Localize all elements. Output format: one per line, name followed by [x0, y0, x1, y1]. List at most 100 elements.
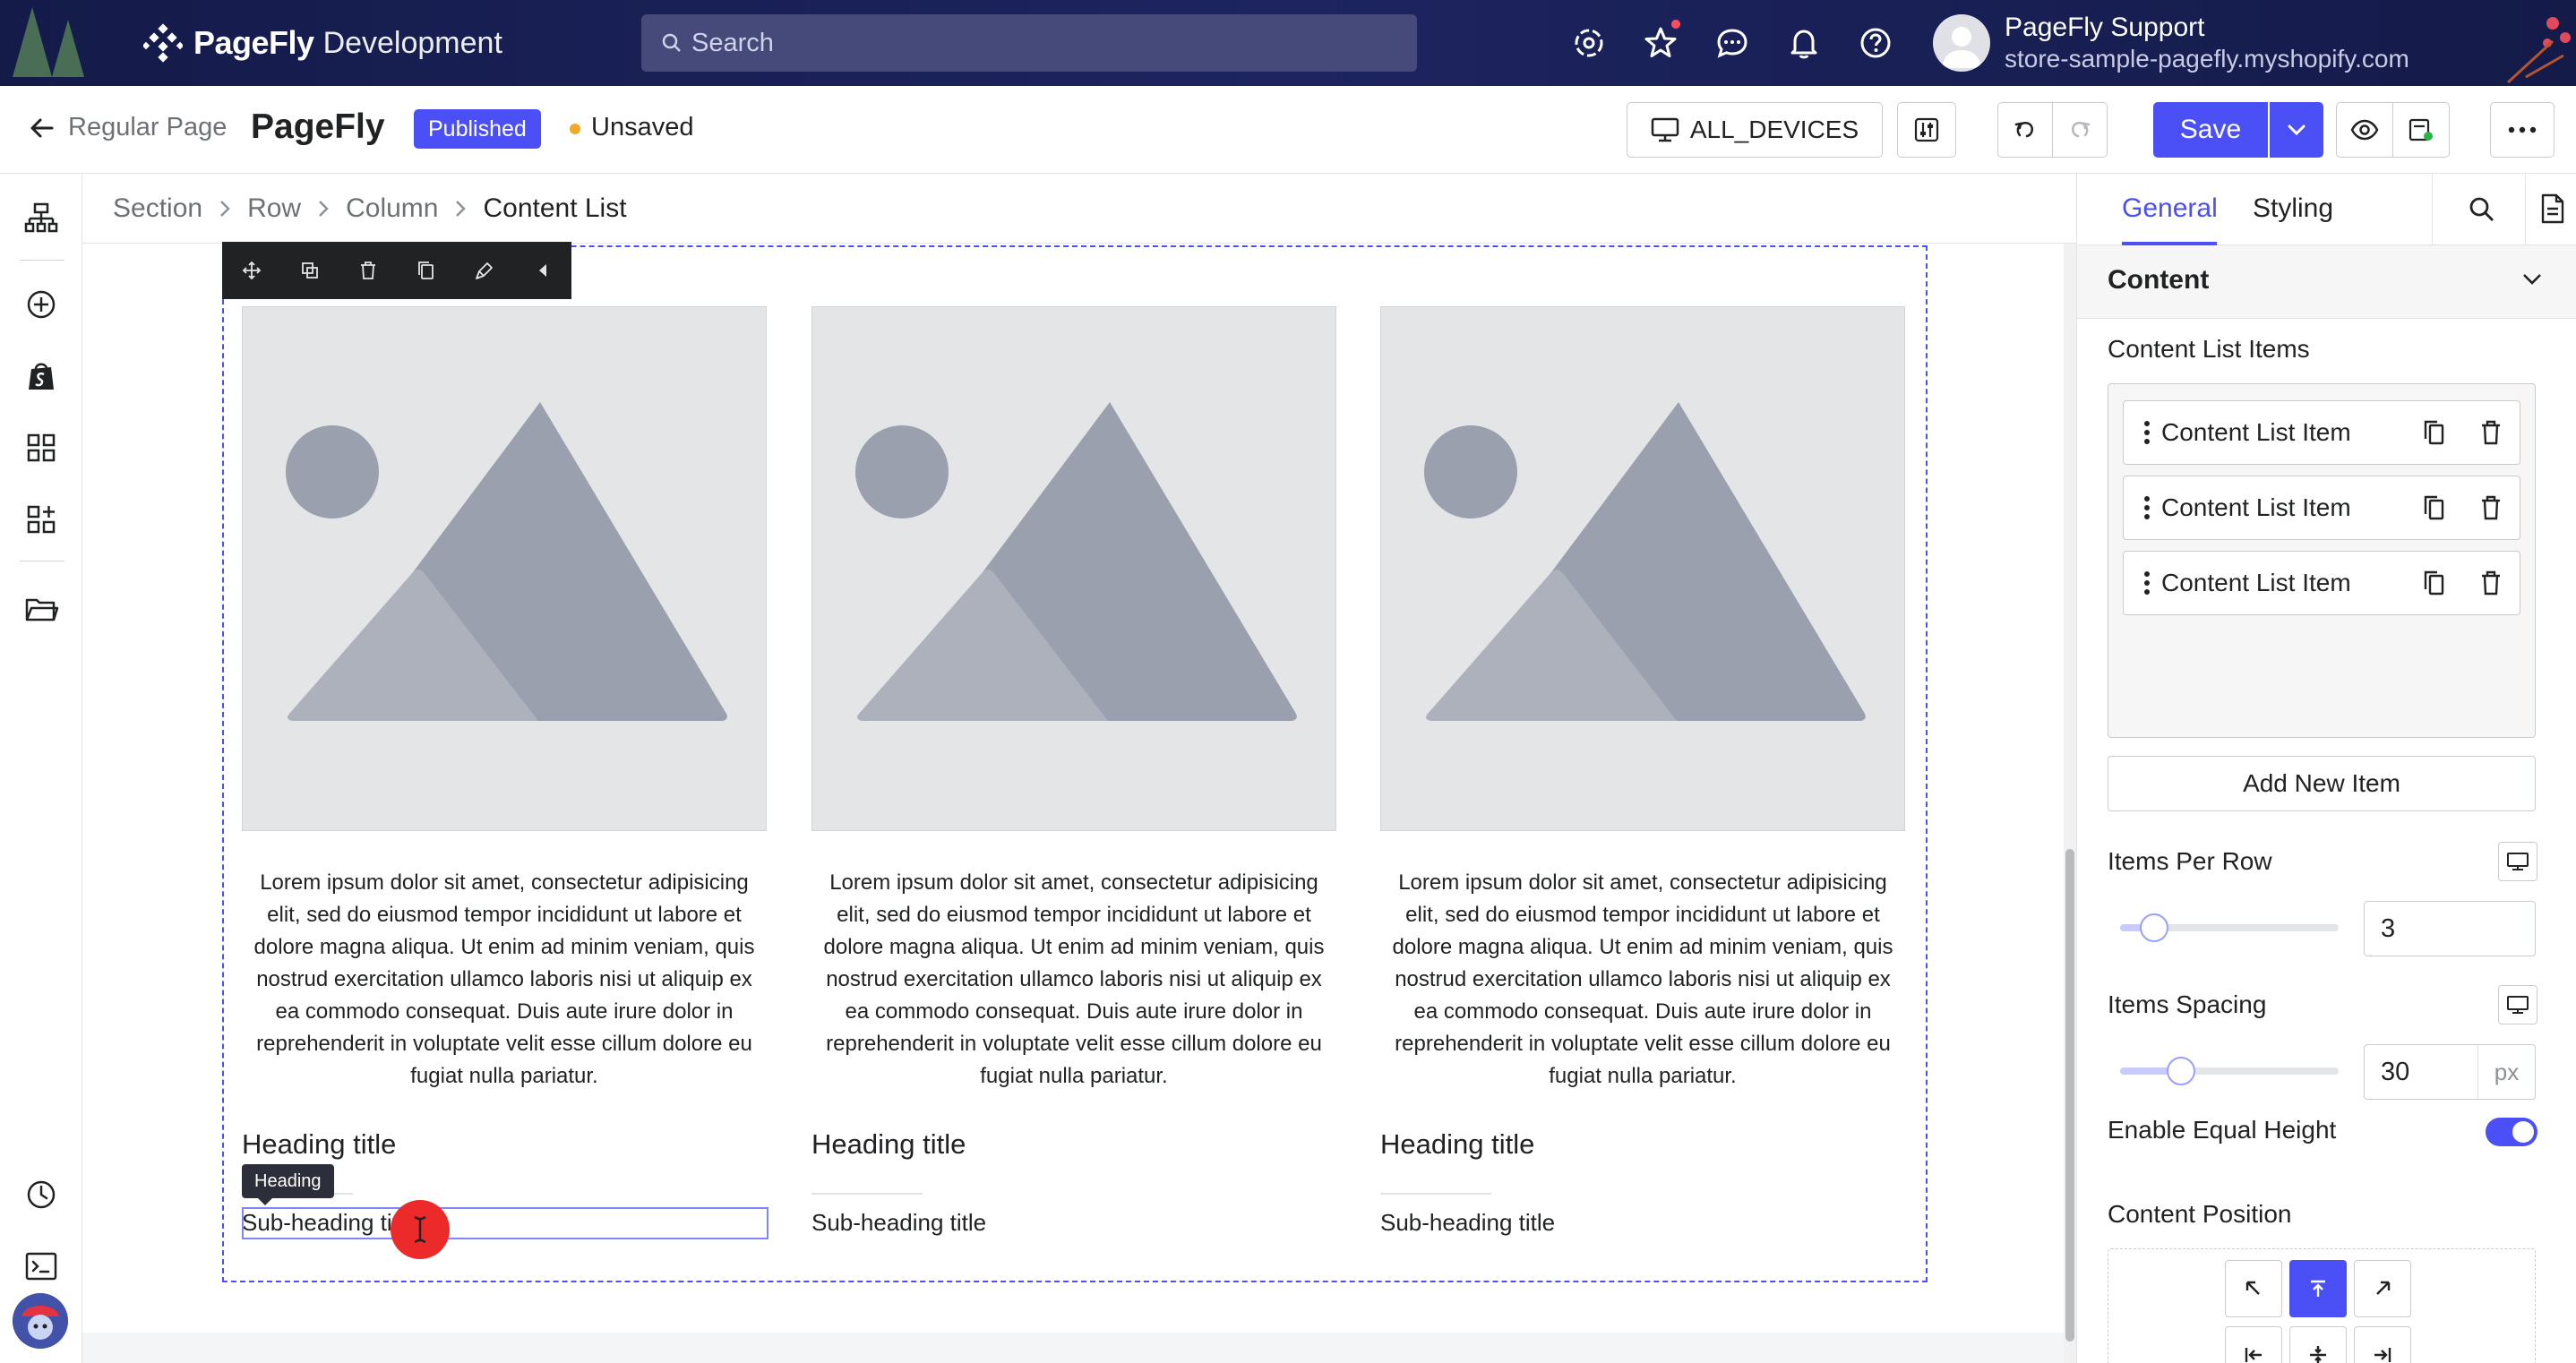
list-item-label[interactable]: Content List Item [2161, 418, 2405, 447]
save-options-button[interactable] [2270, 102, 2323, 158]
position-middle-right-button[interactable] [2354, 1326, 2411, 1363]
collapse-toolbar-button[interactable] [513, 242, 571, 299]
item-heading[interactable]: Heading title [811, 1128, 966, 1161]
canvas-scrollbar-thumb[interactable] [2065, 849, 2074, 1342]
position-top-center-button[interactable] [2289, 1260, 2347, 1317]
copy-button[interactable] [397, 242, 455, 299]
brand-logo[interactable]: PageFly Development [143, 20, 502, 66]
shopify-icon[interactable] [23, 358, 59, 394]
items-spacing-input[interactable]: 30 px [2364, 1044, 2536, 1100]
redo-button[interactable] [2052, 102, 2108, 158]
list-item[interactable]: Content List Item [2123, 400, 2520, 465]
user-avatar[interactable] [1933, 14, 1990, 72]
user-name[interactable]: PageFly Support [2005, 13, 2204, 43]
content-section-header[interactable]: Content [2077, 245, 2576, 319]
position-top-right-button[interactable] [2354, 1260, 2411, 1317]
item-description[interactable]: Lorem ipsum dolor sit amet, consectetur … [1380, 867, 1905, 1093]
preview-button[interactable] [2336, 102, 2393, 158]
chat-icon[interactable] [1714, 25, 1750, 61]
help-avatar[interactable] [13, 1293, 68, 1349]
devices-button[interactable]: ALL_DEVICES [1627, 102, 1883, 158]
add-element-icon[interactable] [23, 287, 59, 322]
items-per-row-slider[interactable] [2120, 913, 2339, 942]
item-description[interactable]: Lorem ipsum dolor sit amet, consectetur … [242, 867, 767, 1093]
breadcrumb-row[interactable]: Row [247, 193, 301, 224]
undo-button[interactable] [1997, 102, 2053, 158]
page-type[interactable]: Regular Page [68, 113, 227, 142]
drag-handle-icon[interactable] [2143, 570, 2151, 596]
slider-handle[interactable] [2140, 913, 2168, 942]
apps-icon[interactable] [23, 501, 59, 537]
responsive-toggle-button[interactable] [2498, 985, 2537, 1024]
content-list-item[interactable]: Lorem ipsum dolor sit amet, consectetur … [811, 306, 1336, 1236]
image-placeholder[interactable] [1380, 306, 1905, 831]
delete-button[interactable] [339, 242, 397, 299]
content-list-item[interactable]: Lorem ipsum dolor sit amet, consectetur … [242, 306, 767, 1236]
document-icon[interactable] [2539, 193, 2566, 224]
equal-height-toggle[interactable] [2486, 1118, 2537, 1146]
position-middle-left-button[interactable] [2225, 1326, 2282, 1363]
list-item-label[interactable]: Content List Item [2161, 493, 2405, 522]
search-input[interactable]: Search [641, 14, 1417, 72]
position-top-left-button[interactable] [2225, 1260, 2282, 1317]
heading-divider [811, 1193, 923, 1195]
image-placeholder[interactable] [242, 306, 767, 831]
items-per-row-input[interactable]: 3 [2364, 901, 2536, 956]
responsive-toggle-button[interactable] [2498, 842, 2537, 881]
tab-general[interactable]: General [2122, 193, 2218, 224]
paint-style-button[interactable] [455, 242, 513, 299]
tab-styling[interactable]: Styling [2253, 193, 2333, 224]
delete-item-button[interactable] [2462, 551, 2520, 615]
more-menu-button[interactable] [2490, 102, 2555, 158]
user-store[interactable]: store-sample-pagefly.myshopify.com [2005, 45, 2409, 73]
tab-divider [2525, 174, 2526, 245]
duplicate-item-button[interactable] [2405, 476, 2462, 540]
drag-handle-icon[interactable] [2143, 420, 2151, 445]
folder-icon[interactable] [23, 591, 59, 627]
item-heading[interactable]: Heading title [1380, 1128, 1534, 1161]
delete-item-button[interactable] [2462, 400, 2520, 465]
save-button[interactable]: Save [2153, 102, 2268, 158]
code-terminal-icon[interactable] [23, 1248, 59, 1284]
list-item-label[interactable]: Content List Item [2161, 569, 2405, 597]
breadcrumb-section[interactable]: Section [113, 193, 202, 224]
back-arrow-icon[interactable] [27, 113, 57, 143]
help-icon[interactable] [1858, 25, 1893, 61]
item-description[interactable]: Lorem ipsum dolor sit amet, consectetur … [811, 867, 1336, 1093]
duplicate-item-button[interactable] [2405, 400, 2462, 465]
duplicate-button[interactable] [280, 242, 339, 299]
search-icon[interactable] [2468, 195, 2496, 224]
bell-icon[interactable] [1786, 25, 1822, 61]
sections-grid-icon[interactable] [23, 430, 59, 466]
add-new-item-button[interactable]: Add New Item [2108, 756, 2536, 811]
duplicate-item-button[interactable] [2405, 551, 2462, 615]
subheading-hover-outline[interactable] [242, 1207, 769, 1239]
position-center-button[interactable] [2289, 1326, 2347, 1363]
settings-sliders-button[interactable] [1897, 102, 1956, 158]
move-button[interactable] [222, 242, 280, 299]
item-subheading[interactable]: Sub-heading title [1380, 1209, 1555, 1237]
item-subheading[interactable]: Sub-heading title [811, 1209, 986, 1237]
trash-icon [2482, 495, 2500, 520]
history-clock-icon[interactable] [23, 1177, 59, 1213]
items-spacing-label: Items Spacing [2108, 990, 2267, 1018]
unsaved-dot [570, 124, 580, 134]
tree-decoration [13, 7, 52, 77]
item-heading[interactable]: Heading title [242, 1128, 396, 1161]
star-icon[interactable] [1643, 25, 1679, 61]
delete-item-button[interactable] [2462, 476, 2520, 540]
image-placeholder[interactable] [811, 306, 1336, 831]
list-item[interactable]: Content List Item [2123, 551, 2520, 615]
page-outline-icon[interactable] [23, 201, 59, 236]
breadcrumb-column[interactable]: Column [346, 193, 438, 224]
list-item[interactable]: Content List Item [2123, 476, 2520, 540]
editor-header: Regular Page PageFly Published Unsaved A… [0, 86, 2576, 174]
slider-handle[interactable] [2167, 1057, 2195, 1085]
drag-handle-icon[interactable] [2143, 495, 2151, 520]
content-list-item[interactable]: Lorem ipsum dolor sit amet, consectetur … [1380, 306, 1905, 1236]
chevron-down-icon [2288, 124, 2306, 136]
publish-settings-button[interactable] [2392, 102, 2450, 158]
target-gear-icon[interactable] [1571, 25, 1607, 61]
items-spacing-slider[interactable] [2120, 1057, 2339, 1085]
image-placeholder-icon [286, 402, 727, 721]
